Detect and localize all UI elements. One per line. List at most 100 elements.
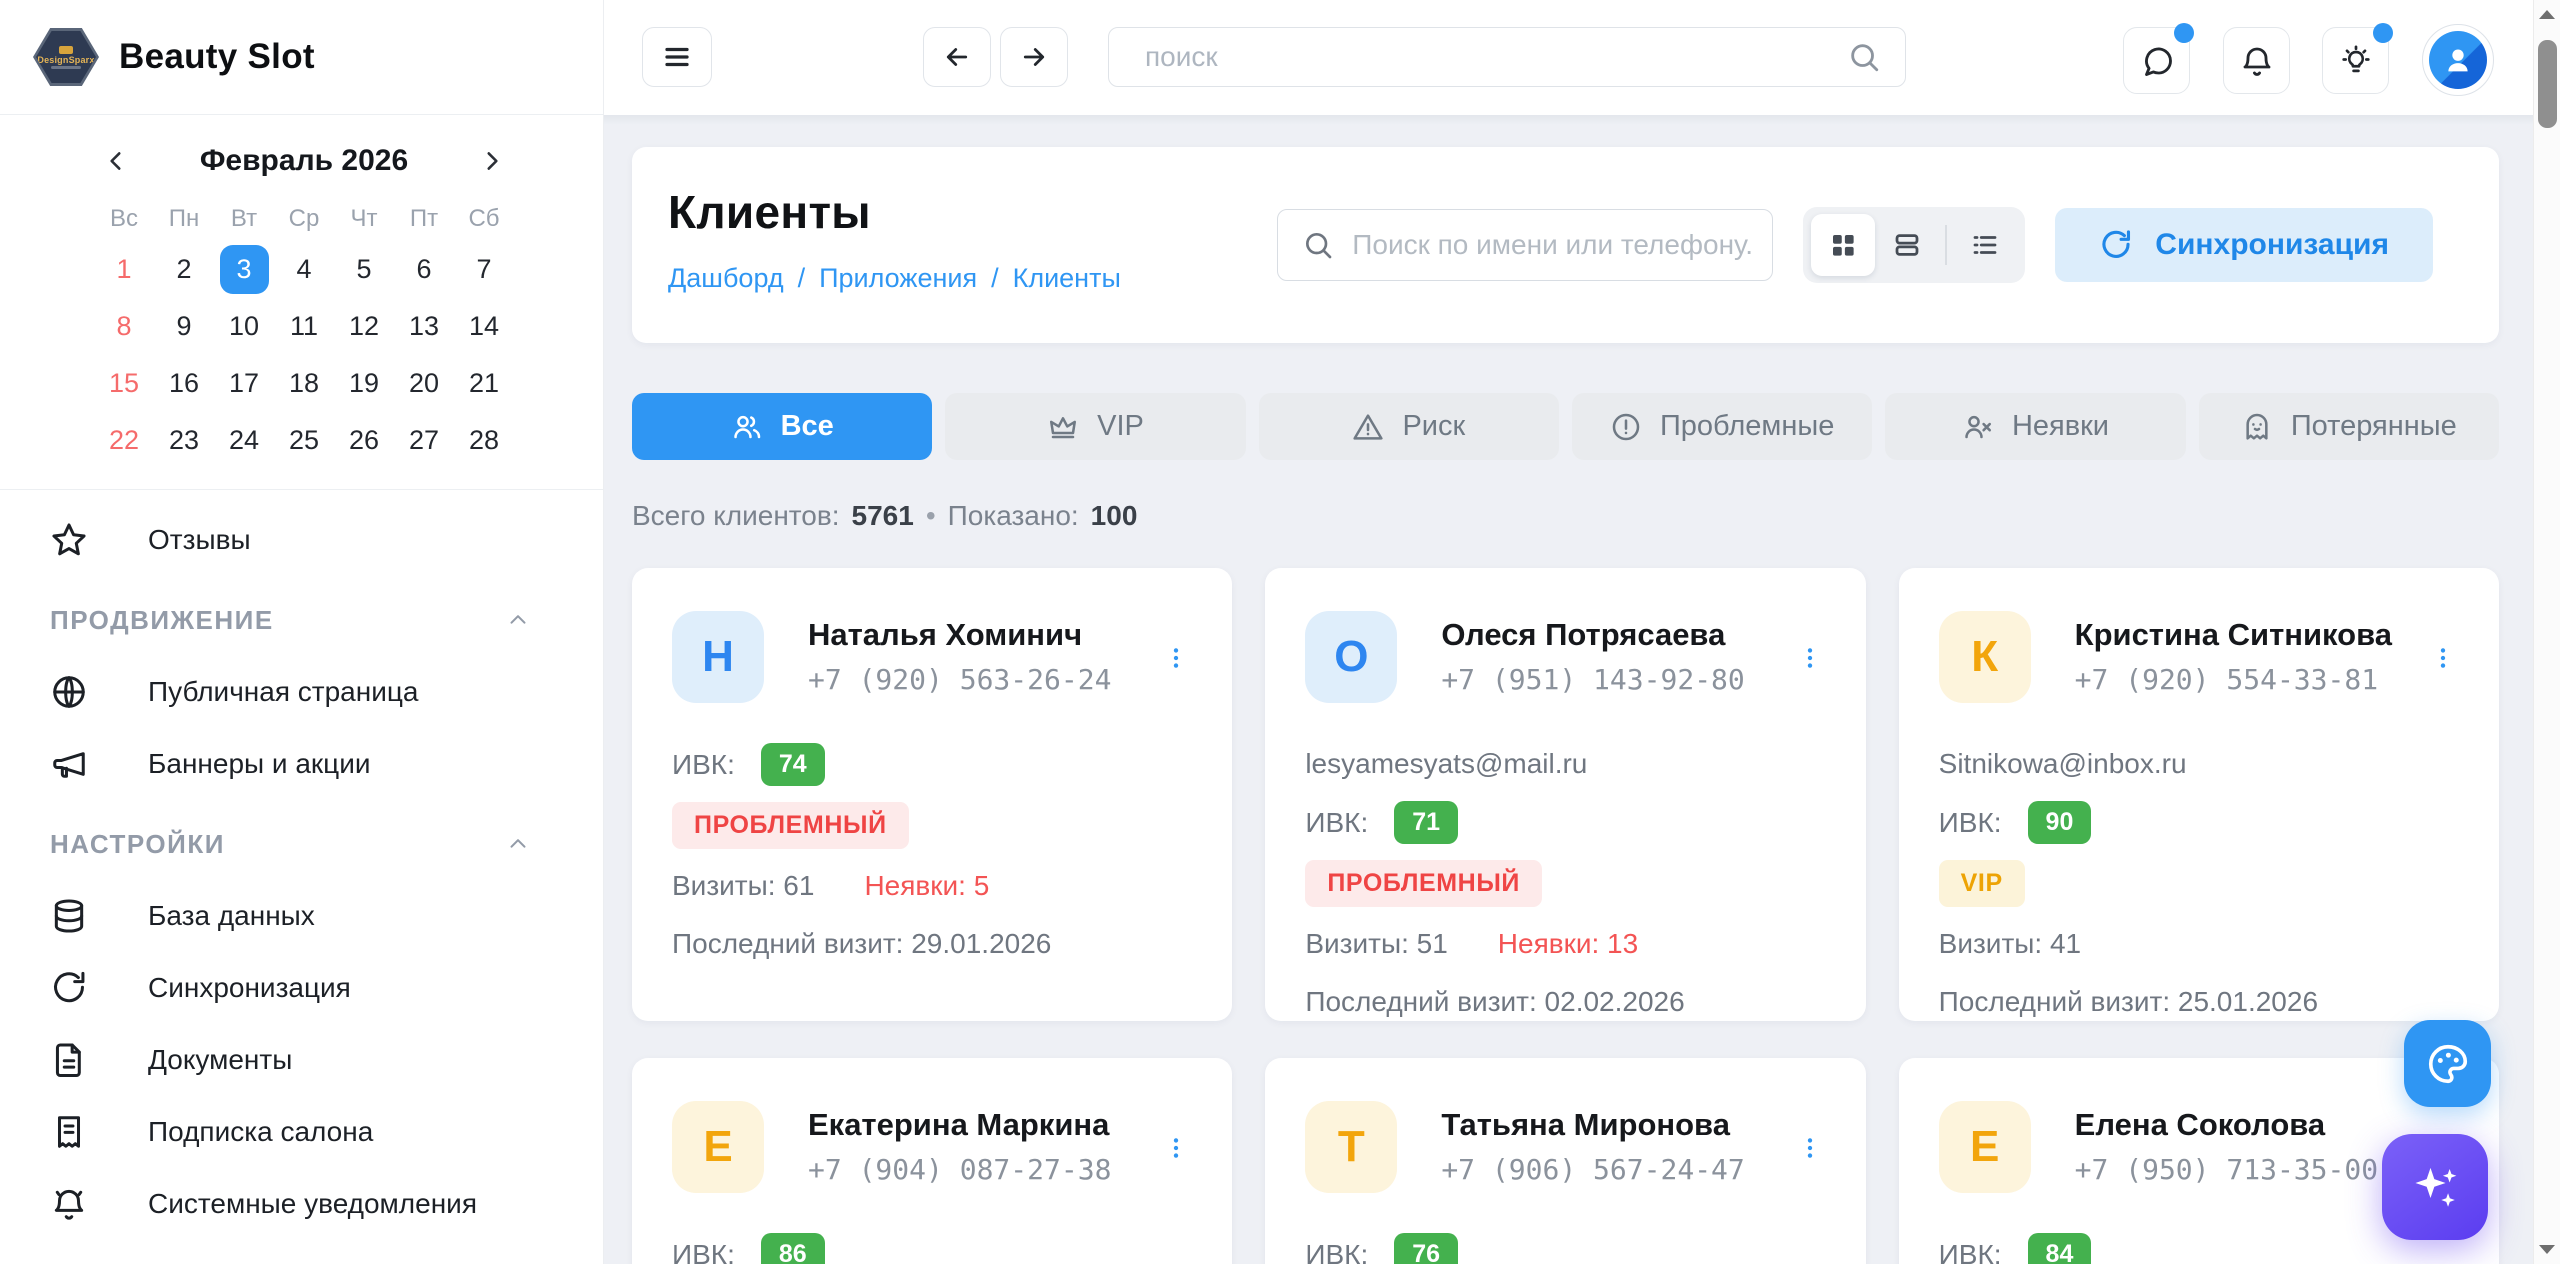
filter-tab[interactable]: Неявки xyxy=(1885,393,2185,460)
chevron-up-icon xyxy=(505,831,531,857)
client-card[interactable]: ККристина Ситникова+7 (920) 554-33-81Sit… xyxy=(1899,568,2499,1021)
client-search-input[interactable] xyxy=(1352,229,1752,261)
calendar-day[interactable]: 3 xyxy=(214,241,274,298)
calendar-day-name: Пт xyxy=(394,197,454,241)
breadcrumb-dashboard-link[interactable]: Дашборд xyxy=(668,263,784,294)
theme-palette-button[interactable] xyxy=(2404,1020,2491,1107)
client-phone: +7 (906) 567-24-47 xyxy=(1441,1153,1744,1186)
filter-tab[interactable]: Риск xyxy=(1259,393,1559,460)
client-menu-button[interactable] xyxy=(1156,1124,1196,1172)
calendar-day[interactable]: 27 xyxy=(394,412,454,469)
ivk-badge: 86 xyxy=(761,1233,825,1264)
client-menu-button[interactable] xyxy=(1156,634,1196,682)
calendar-day[interactable]: 28 xyxy=(454,412,514,469)
breadcrumb-apps-link[interactable]: Приложения xyxy=(819,263,977,294)
calendar-day[interactable]: 6 xyxy=(394,241,454,298)
sidebar-item[interactable]: Публичная страница xyxy=(0,656,603,728)
filter-tab[interactable]: Все xyxy=(632,393,932,460)
calendar-day[interactable]: 18 xyxy=(274,355,334,412)
calendar-day[interactable]: 12 xyxy=(334,298,394,355)
calendar-day[interactable]: 20 xyxy=(394,355,454,412)
filter-tab[interactable]: Потерянные xyxy=(2199,393,2499,460)
client-card[interactable]: ТТатьяна Миронова+7 (906) 567-24-47ИВК:7… xyxy=(1265,1058,1865,1264)
breadcrumb-clients-link[interactable]: Клиенты xyxy=(1013,263,1121,294)
sidebar: DesignSparx Beauty Slot Февраль 2026 ВсП… xyxy=(0,0,604,1264)
sidebar-item[interactable]: Синхронизация xyxy=(0,952,603,1024)
page-scrollbar[interactable] xyxy=(2533,0,2560,1264)
ai-assistant-button[interactable] xyxy=(2382,1134,2488,1240)
view-rows-button[interactable] xyxy=(1875,214,1939,276)
sidebar-item[interactable]: Отзывы xyxy=(0,504,603,576)
calendar-day[interactable]: 8 xyxy=(94,298,154,355)
scroll-down-arrow-icon[interactable] xyxy=(2539,1245,2555,1254)
global-search-input[interactable] xyxy=(1145,41,1847,73)
calendar-day[interactable]: 19 xyxy=(334,355,394,412)
main-content: Клиенты Дашборд / Приложения / Клиенты xyxy=(604,115,2533,1264)
sidebar-item[interactable]: Документы xyxy=(0,1024,603,1096)
calendar-day[interactable]: 15 xyxy=(94,355,154,412)
sidebar-section-header[interactable]: ПРОДВИЖЕНИЕ xyxy=(0,584,603,656)
sync-button[interactable]: Синхронизация xyxy=(2055,208,2433,282)
calendar-day[interactable]: 21 xyxy=(454,355,514,412)
calendar-day[interactable]: 2 xyxy=(154,241,214,298)
sidebar-item[interactable]: База данных xyxy=(0,880,603,952)
calendar-day[interactable]: 24 xyxy=(214,412,274,469)
breadcrumb-separator: / xyxy=(798,263,806,294)
calendar-next-button[interactable] xyxy=(470,139,514,183)
calendar-day[interactable]: 16 xyxy=(154,355,214,412)
view-list-button[interactable] xyxy=(1953,214,2017,276)
calendar-day[interactable]: 26 xyxy=(334,412,394,469)
calendar-day[interactable]: 1 xyxy=(94,241,154,298)
global-search xyxy=(1108,27,1906,87)
nav-forward-button[interactable] xyxy=(1000,27,1068,87)
hamburger-menu-button[interactable] xyxy=(642,27,712,87)
client-search xyxy=(1277,209,1773,281)
calendar-day[interactable]: 4 xyxy=(274,241,334,298)
calendar-day[interactable]: 7 xyxy=(454,241,514,298)
client-menu-button[interactable] xyxy=(1790,634,1830,682)
scroll-up-arrow-icon[interactable] xyxy=(2539,10,2555,19)
client-name: Екатерина Маркина xyxy=(808,1107,1111,1143)
calendar-day-name: Вс xyxy=(94,197,154,241)
scrollbar-thumb[interactable] xyxy=(2538,40,2557,128)
logo-row[interactable]: DesignSparx Beauty Slot xyxy=(0,0,603,115)
calendar-day[interactable]: 14 xyxy=(454,298,514,355)
sidebar-item[interactable]: Подписка салона xyxy=(0,1096,603,1168)
chat-bubble-icon xyxy=(2139,43,2175,79)
calendar-day[interactable]: 10 xyxy=(214,298,274,355)
sidebar-section-header[interactable]: НАСТРОЙКИ xyxy=(0,808,603,880)
calendar-day[interactable]: 23 xyxy=(154,412,214,469)
chat-button[interactable] xyxy=(2123,27,2190,94)
view-grid-button[interactable] xyxy=(1811,214,1875,276)
ivk-badge: 84 xyxy=(2028,1233,2092,1264)
calendar-day[interactable]: 5 xyxy=(334,241,394,298)
calendar-day[interactable]: 22 xyxy=(94,412,154,469)
calendar-prev-button[interactable] xyxy=(94,139,138,183)
status-badge: ПРОБЛЕМНЫЙ xyxy=(672,802,909,849)
arrow-right-icon xyxy=(1019,42,1049,72)
filter-tab[interactable]: Проблемные xyxy=(1572,393,1872,460)
client-ivk-row: ИВК:86 xyxy=(672,1233,1192,1264)
calendar-day[interactable]: 17 xyxy=(214,355,274,412)
notifications-button[interactable] xyxy=(2223,27,2290,94)
client-card[interactable]: ООлеся Потрясаева+7 (951) 143-92-80lesya… xyxy=(1265,568,1865,1021)
client-phone: +7 (951) 143-92-80 xyxy=(1441,663,1744,696)
stats-separator: • xyxy=(926,500,936,532)
calendar-day[interactable]: 13 xyxy=(394,298,454,355)
user-avatar-button[interactable] xyxy=(2422,24,2494,96)
calendar-day[interactable]: 9 xyxy=(154,298,214,355)
ivk-badge: 74 xyxy=(761,743,825,786)
client-card[interactable]: ЕЕкатерина Маркина+7 (904) 087-27-38ИВК:… xyxy=(632,1058,1232,1264)
tips-button[interactable] xyxy=(2322,27,2389,94)
sidebar-item[interactable]: Баннеры и акции xyxy=(0,728,603,800)
filter-tab-label: VIP xyxy=(1097,410,1144,443)
calendar-day[interactable]: 25 xyxy=(274,412,334,469)
sidebar-item[interactable]: Системные уведомления xyxy=(0,1168,603,1240)
client-menu-button[interactable] xyxy=(2423,634,2463,682)
sidebar-menu: Отзывы ПРОДВИЖЕНИЕПубличная страницаБанне… xyxy=(0,490,603,1240)
nav-back-button[interactable] xyxy=(923,27,991,87)
filter-tab[interactable]: VIP xyxy=(945,393,1245,460)
client-menu-button[interactable] xyxy=(1790,1124,1830,1172)
client-card[interactable]: ННаталья Хоминич+7 (920) 563-26-24ИВК:74… xyxy=(632,568,1232,1021)
calendar-day[interactable]: 11 xyxy=(274,298,334,355)
